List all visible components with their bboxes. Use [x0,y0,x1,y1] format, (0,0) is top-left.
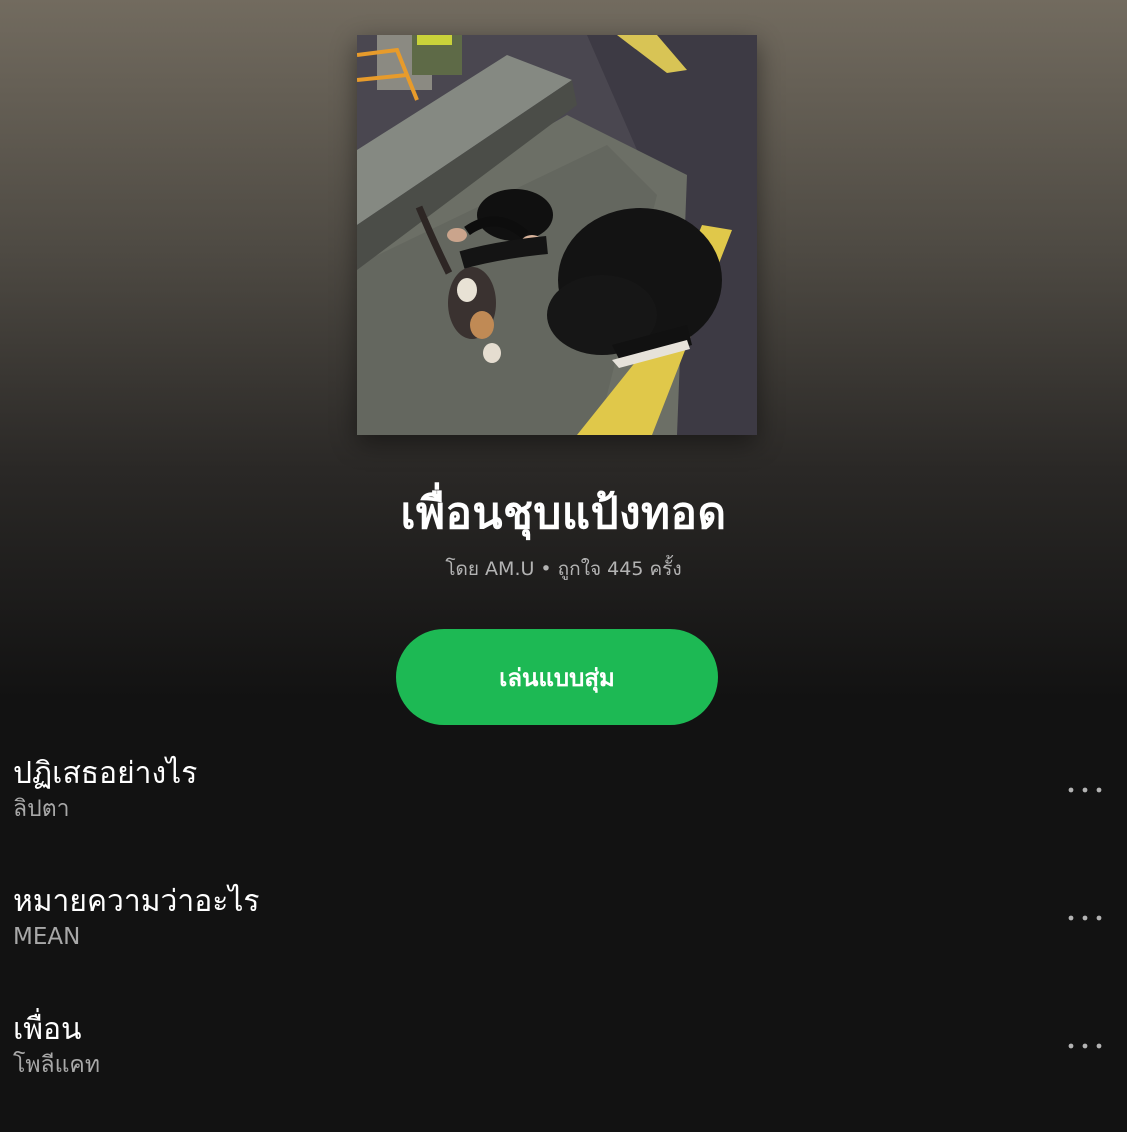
playlist-meta: โดย AM.U • ถูกใจ 445 ครั้ง [445,558,682,580]
track-artist: MEAN [13,924,81,950]
more-horizontal-icon [1068,915,1102,921]
track-artist: ลิปตา [13,796,70,822]
more-horizontal-icon [1068,1043,1102,1049]
playlist-title: เพื่อนชุบแป้งทอด [400,488,727,539]
more-options-button[interactable] [1063,770,1107,810]
track-artist: โพลีแคท [13,1052,100,1078]
track-title: ปฏิเสธอย่างไร [13,756,198,791]
cover-photo-illustration [357,35,757,435]
shuffle-play-label: เล่นแบบสุ่ม [499,663,615,692]
more-options-button[interactable] [1063,1026,1107,1066]
track-row[interactable]: เพื่อน โพลีแคท [0,1004,1127,1132]
track-list: ปฏิเสธอย่างไร ลิปตา หมายความว่าอะไร MEAN… [0,748,1127,1132]
shuffle-play-button[interactable]: เล่นแบบสุ่ม [396,629,718,725]
track-title: เพื่อน [13,1012,82,1047]
more-options-button[interactable] [1063,898,1107,938]
track-row[interactable]: ปฏิเสธอย่างไร ลิปตา [0,748,1127,876]
track-title: หมายความว่าอะไร [13,884,260,919]
playlist-cover-image [357,35,757,435]
track-row[interactable]: หมายความว่าอะไร MEAN [0,876,1127,1004]
more-horizontal-icon [1068,787,1102,793]
